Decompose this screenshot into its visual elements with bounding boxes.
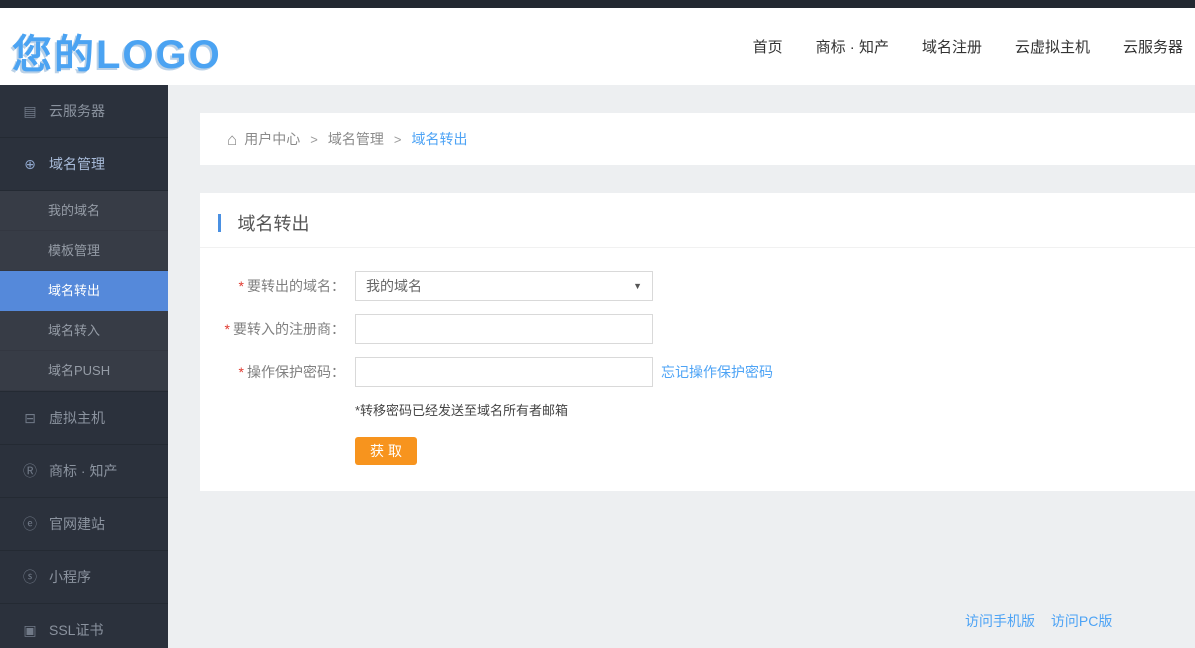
sidebar-item-label: 小程序: [49, 569, 91, 585]
top-dark-strip: [0, 0, 1195, 8]
required-mark: *: [238, 364, 244, 380]
sidebar-item-label: 官网建站: [49, 516, 105, 532]
host-icon: ⊟: [24, 409, 36, 426]
trademark-icon: Ⓡ: [23, 463, 37, 479]
breadcrumb-separator: >: [310, 131, 318, 147]
page: 您的LOGO 首页 商标 · 知产 域名注册 云虚拟主机 云服务器 ▤ 云服务器…: [0, 0, 1195, 648]
breadcrumb-user-center[interactable]: 用户中心: [244, 129, 300, 149]
domain-transfer-out-panel: 域名转出 * 要转出的域名： 我的域名 ▼ * 要转入的注册商： * 操作保护密…: [200, 193, 1195, 491]
form-row-registrar: * 要转入的注册商：: [200, 314, 1195, 344]
protect-password-input[interactable]: [355, 357, 653, 387]
nav-cloud-server[interactable]: 云服务器: [1123, 36, 1183, 57]
page-title: 域名转出: [237, 214, 310, 234]
submenu-item-domain-push[interactable]: 域名PUSH: [0, 351, 168, 391]
sidebar-item-cloud-server[interactable]: ▤ 云服务器: [0, 85, 168, 138]
form-row-domain: * 要转出的域名： 我的域名 ▼: [200, 271, 1195, 301]
submenu-item-domain-transfer-in[interactable]: 域名转入: [0, 311, 168, 351]
domain-select-label: * 要转出的域名：: [238, 278, 345, 294]
header: 您的LOGO 首页 商标 · 知产 域名注册 云虚拟主机 云服务器: [0, 8, 1195, 85]
miniprogram-icon: ⓢ: [23, 569, 37, 585]
breadcrumb-domain-manage[interactable]: 域名管理: [328, 129, 384, 149]
home-icon: ⌂: [227, 129, 238, 149]
sidebar: ▤ 云服务器 ⊕ 域名管理 我的域名 模板管理 域名转出 域名转入 域名PUSH…: [0, 85, 168, 648]
sidebar-item-label: 虚拟主机: [49, 410, 105, 426]
top-nav: 首页 商标 · 知产 域名注册 云虚拟主机 云服务器: [753, 8, 1183, 85]
site-logo[interactable]: 您的LOGO: [12, 22, 222, 80]
website-icon: ⓔ: [23, 516, 37, 532]
sidebar-item-label: SSL证书: [49, 622, 104, 638]
nav-domain-register[interactable]: 域名注册: [922, 36, 982, 57]
transfer-password-note: *转移密码已经发送至域名所有者邮箱: [355, 403, 569, 418]
breadcrumb-separator: >: [393, 131, 402, 147]
domain-select-value: 我的域名: [366, 278, 422, 294]
sidebar-item-ssl-cert[interactable]: ▣ SSL证书: [0, 604, 168, 648]
sidebar-item-website-builder[interactable]: ⓔ 官网建站: [0, 498, 168, 551]
submenu-item-domain-transfer-out[interactable]: 域名转出: [0, 271, 168, 311]
sidebar-item-virtual-host[interactable]: ⊟ 虚拟主机: [0, 392, 168, 445]
get-button[interactable]: 获取: [355, 437, 417, 465]
required-mark: *: [238, 278, 244, 294]
sidebar-item-label: 商标 · 知产: [49, 463, 118, 479]
globe-icon: ⊕: [24, 155, 36, 172]
pc-version-link[interactable]: 访问PC版: [1051, 613, 1112, 629]
breadcrumb: ⌂ 用户中心 > 域名管理 > 域名转出: [200, 113, 1195, 165]
server-icon: ▤: [23, 102, 37, 119]
sidebar-item-label: 云服务器: [49, 103, 105, 119]
footer-links: 访问手机版 访问PC版: [965, 611, 1112, 631]
sidebar-item-label: 域名管理: [49, 156, 105, 172]
form-row-password: * 操作保护密码： 忘记操作保护密码: [200, 357, 1195, 387]
sidebar-item-mini-program[interactable]: ⓢ 小程序: [0, 551, 168, 604]
panel-title-row: 域名转出: [200, 193, 1195, 248]
password-input-label: * 操作保护密码：: [238, 364, 345, 380]
nav-home[interactable]: 首页: [753, 36, 783, 57]
certificate-icon: ▣: [23, 621, 37, 638]
nav-cloud-vhost[interactable]: 云虚拟主机: [1015, 36, 1090, 57]
domain-select[interactable]: 我的域名 ▼: [355, 271, 653, 301]
sidebar-item-domain-manage[interactable]: ⊕ 域名管理: [0, 138, 168, 191]
transfer-out-form: * 要转出的域名： 我的域名 ▼ * 要转入的注册商： * 操作保护密码： 忘记…: [200, 248, 1195, 465]
submenu-item-template-manage[interactable]: 模板管理: [0, 231, 168, 271]
registrar-input[interactable]: [355, 314, 653, 344]
chevron-down-icon: ▼: [633, 281, 642, 291]
nav-trademark[interactable]: 商标 · 知产: [816, 36, 889, 57]
title-accent-bar: [218, 214, 221, 232]
registrar-input-label: * 要转入的注册商：: [224, 321, 345, 337]
submenu-item-my-domains[interactable]: 我的域名: [0, 191, 168, 231]
required-mark: *: [224, 321, 230, 337]
forgot-password-link[interactable]: 忘记操作保护密码: [661, 362, 773, 382]
content-area: ⌂ 用户中心 > 域名管理 > 域名转出 域名转出 * 要转出的域名： 我的域名…: [168, 85, 1195, 648]
sidebar-item-trademark[interactable]: Ⓡ 商标 · 知产: [0, 445, 168, 498]
breadcrumb-current[interactable]: 域名转出: [411, 129, 467, 149]
domain-submenu: 我的域名 模板管理 域名转出 域名转入 域名PUSH: [0, 191, 168, 392]
mobile-version-link[interactable]: 访问手机版: [965, 613, 1035, 629]
